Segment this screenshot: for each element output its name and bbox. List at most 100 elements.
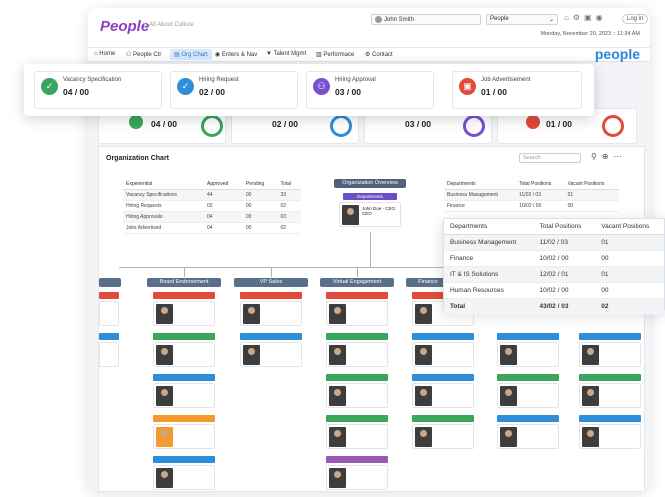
dept-head-vp-sales[interactable]: VP Sales	[234, 278, 308, 287]
table-header-row: Departments Total Positions Vacant Posit…	[444, 179, 619, 190]
table-cell: 10/02 / 00	[516, 200, 565, 212]
person-card[interactable]	[412, 342, 474, 367]
org-chart-panel: Organization Chart Search ⚲⊕⋯ Experienti…	[98, 146, 645, 492]
table-row[interactable]: Vacancy Specifications 44 00 33	[123, 189, 301, 201]
ceo-name: John Doe - CEO CEO	[362, 206, 396, 216]
person-card[interactable]	[240, 301, 302, 326]
avatar	[156, 345, 173, 365]
ceo-card[interactable]: John Doe - CEO CEO	[339, 202, 401, 227]
table-row[interactable]: IT & IS Solutions 12/02 / 01 01	[444, 266, 664, 283]
person-card[interactable]	[99, 342, 119, 367]
module-selector[interactable]: People ⌄	[486, 14, 558, 25]
chevron-down-icon: ⌄	[548, 17, 554, 23]
dept-head-board[interactable]: Board Endorsement	[147, 278, 221, 287]
person-card[interactable]	[326, 342, 388, 367]
role-pill	[326, 333, 388, 340]
menu-home[interactable]: ⌂ Home	[94, 51, 115, 57]
org-chart-tools: ⚲⊕⋯	[591, 152, 627, 161]
menu-performace[interactable]: ▥ Performace	[316, 51, 354, 58]
zoom-icon[interactable]: ⊕	[602, 152, 614, 161]
menu-org-chart[interactable]: ▤ Org Chart	[170, 49, 212, 60]
menu-enters-nav[interactable]: ◉ Enters & Nav	[215, 51, 257, 58]
login-button[interactable]: Log in	[622, 14, 649, 24]
settings-icon[interactable]: ⚙	[573, 13, 584, 22]
card-job-advertisement[interactable]: ▣ Job Advertisement 01 / 00	[452, 71, 582, 109]
table-row[interactable]: Finance 10/02 / 00 00	[444, 200, 619, 212]
summary-cards-bar: ✓ Vacancy Specification 04 / 00 ✓ Hiring…	[24, 64, 594, 116]
person-card[interactable]	[326, 424, 388, 449]
person-card[interactable]	[326, 465, 388, 490]
table-row[interactable]: Hiring Approvals 04 00 03	[123, 211, 301, 223]
logo-tagline: All About Culture	[144, 22, 194, 28]
table-cell: Hiring Requests	[123, 200, 204, 212]
overview-node[interactable]: Organization Overview	[334, 179, 406, 188]
home-icon[interactable]: ⌂	[564, 13, 573, 22]
departments-popup-table: Departments Total Positions Vacant Posit…	[443, 218, 665, 315]
person-card[interactable]	[579, 424, 641, 449]
person-card[interactable]	[579, 383, 641, 408]
card-title: Job Advertisement	[481, 77, 531, 83]
table-cell: 00	[242, 189, 278, 201]
table-cell: 00	[595, 250, 664, 267]
table-row[interactable]: Business Management 11/02 / 03 01	[444, 189, 619, 201]
menu-contact[interactable]: ⚙ Contact	[365, 51, 393, 58]
avatar	[500, 386, 517, 406]
person-card[interactable]	[153, 301, 215, 326]
person-card[interactable]	[497, 342, 559, 367]
person-card[interactable]	[497, 383, 559, 408]
org-chart-title: Organization Chart	[106, 155, 170, 162]
dept-head-virtual[interactable]: Virtual Engagement	[320, 278, 394, 287]
calendar-icon[interactable]: ▣	[584, 13, 596, 22]
card-title: Hiring Request	[199, 77, 239, 83]
role-pill	[579, 415, 641, 422]
table-row[interactable]: Hiring Requests 02 00 02	[123, 200, 301, 212]
avatar	[156, 427, 173, 447]
table-cell: 02	[277, 222, 301, 234]
person-card[interactable]	[99, 301, 119, 326]
person-card[interactable]	[497, 424, 559, 449]
table-header: Departments	[444, 179, 517, 190]
user-selector[interactable]: John Smith	[371, 14, 481, 25]
bg-card-count: 03 / 00	[405, 119, 431, 129]
person-card[interactable]	[153, 424, 215, 449]
table-row[interactable]: Finance 10/02 / 00 00	[444, 250, 664, 267]
dept-head-left[interactable]	[99, 278, 121, 287]
card-hiring-request[interactable]: ✓ Hiring Request 02 / 00	[170, 71, 298, 109]
person-card[interactable]	[240, 342, 302, 367]
person-card[interactable]	[326, 383, 388, 408]
search-icon[interactable]: ⚲	[591, 152, 602, 161]
table-header: Vacant Positions	[595, 219, 664, 235]
person-card[interactable]	[412, 383, 474, 408]
menu-home-label: Home	[99, 51, 116, 57]
check-icon: ✓	[177, 78, 194, 95]
card-vacancy-specification[interactable]: ✓ Vacancy Specification 04 / 00	[34, 71, 162, 109]
more-icon[interactable]: ⋯	[614, 152, 627, 161]
person-card[interactable]	[153, 383, 215, 408]
table-row[interactable]: Jobs Advertised 04 00 02	[123, 222, 301, 234]
table-cell: 00	[595, 282, 664, 299]
menu-enters-nav-label: Enters & Nav	[221, 52, 258, 58]
person-card[interactable]	[412, 424, 474, 449]
menu-talent-mgmt[interactable]: ▼ Talent Mgmt	[266, 51, 306, 57]
table-cell: 02	[595, 298, 664, 315]
bg-hiring-request-ring	[330, 115, 352, 137]
table-row[interactable]: Human Resources 10/02 / 00 00	[444, 282, 664, 299]
person-card[interactable]	[579, 342, 641, 367]
departments-table: Departments Total Positions Vacant Posit…	[444, 219, 664, 315]
app-logo[interactable]: People	[100, 18, 149, 35]
table-cell: Finance	[444, 250, 534, 267]
org-chart-search-input[interactable]: Search	[519, 153, 581, 163]
role-pill	[153, 292, 215, 299]
person-card[interactable]	[326, 301, 388, 326]
card-hiring-approval[interactable]: ⚇ Hiring Approval 03 / 00	[306, 71, 434, 109]
menu-people-ctr[interactable]: ⚇ People Ctr	[126, 51, 161, 58]
table-row[interactable]: Business Management 11/02 / 03 01	[444, 234, 664, 251]
table-cell: 03	[277, 211, 301, 223]
person-card[interactable]	[153, 342, 215, 367]
help-icon[interactable]: ◉	[596, 13, 607, 22]
person-card[interactable]	[153, 465, 215, 490]
role-pill	[412, 333, 474, 340]
main-menu: ⌂ Home ⚇ People Ctr ▤ Org Chart ◉ Enters…	[88, 48, 650, 62]
avatar	[582, 427, 599, 447]
avatar	[329, 345, 346, 365]
